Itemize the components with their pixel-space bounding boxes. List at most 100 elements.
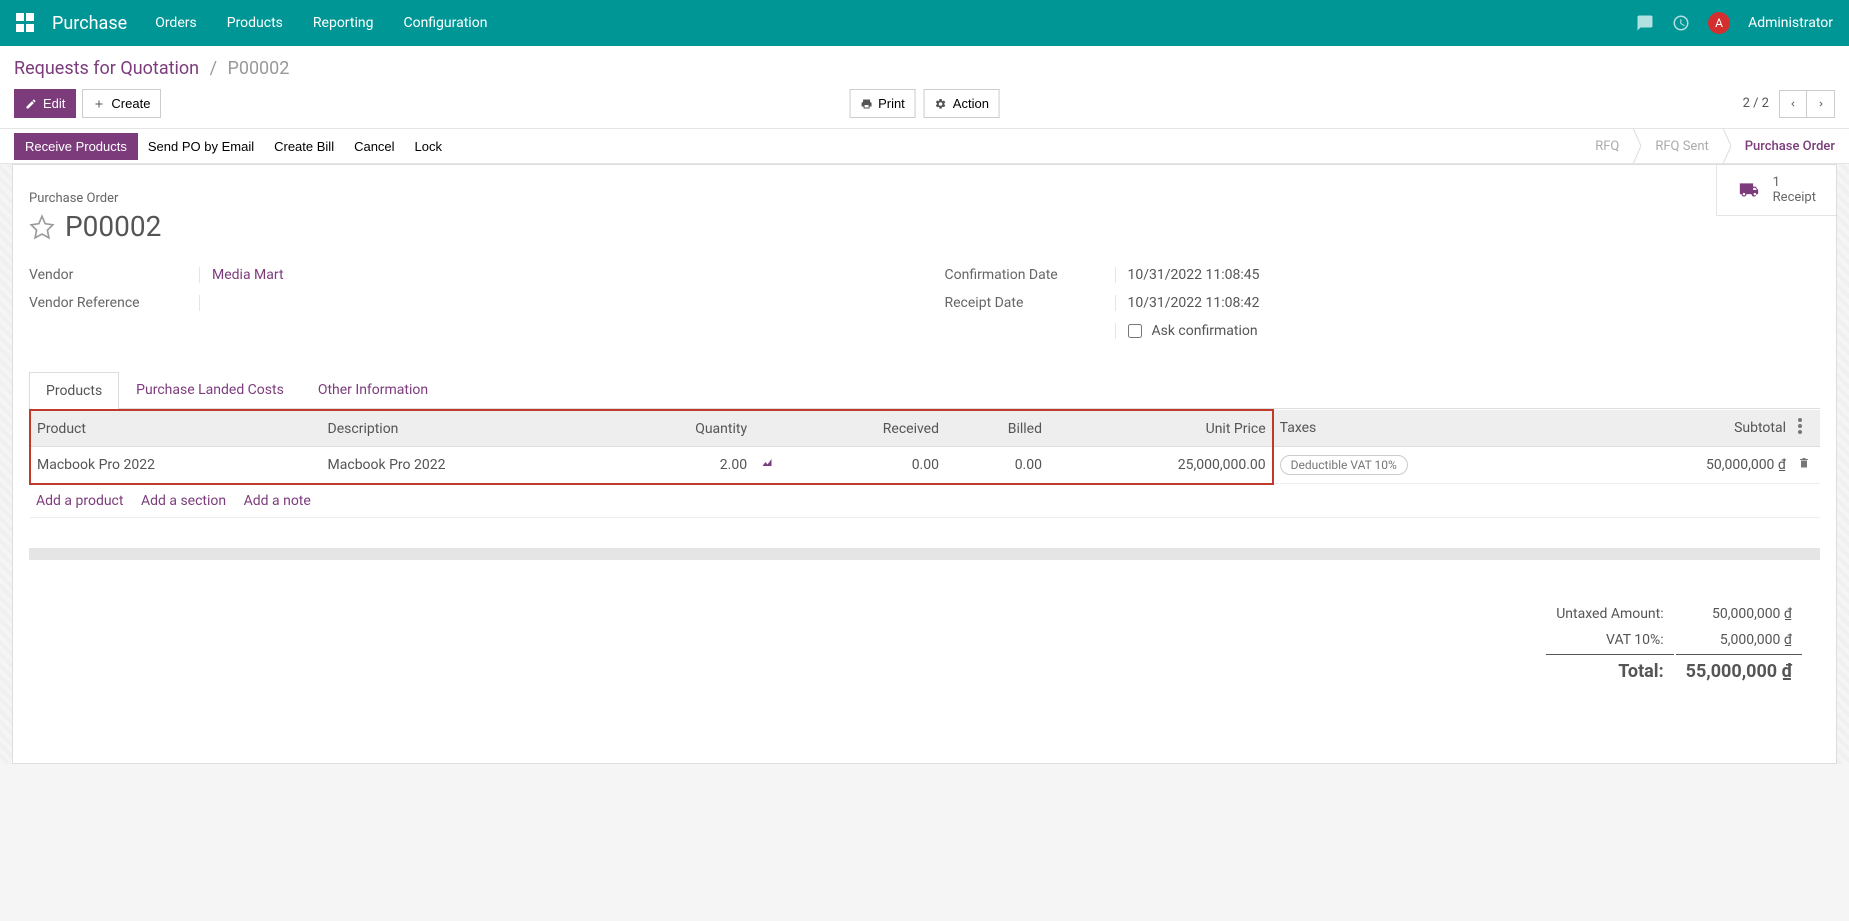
print-label: Print <box>878 96 905 111</box>
th-billed[interactable]: Billed <box>945 410 1048 447</box>
create-bill-button[interactable]: Create Bill <box>264 134 344 159</box>
cell-product[interactable]: Macbook Pro 2022 <box>30 447 322 484</box>
create-button[interactable]: Create <box>82 89 161 118</box>
pager-prev[interactable] <box>1779 90 1807 118</box>
breadcrumb: Requests for Quotation / P00002 <box>14 58 1835 79</box>
chevron-left-icon <box>1788 97 1798 111</box>
avatar[interactable]: A <box>1708 12 1730 34</box>
cancel-button[interactable]: Cancel <box>344 134 404 159</box>
truck-icon <box>1737 180 1761 200</box>
chat-icon[interactable] <box>1636 14 1654 32</box>
th-taxes[interactable]: Taxes <box>1273 410 1587 447</box>
pager-text[interactable]: 2 / 2 <box>1743 96 1769 111</box>
th-quantity[interactable]: Quantity <box>611 410 753 447</box>
receipt-date-label: Receipt Date <box>945 295 1115 311</box>
nav-links: Orders Products Reporting Configuration <box>155 15 487 31</box>
edit-label: Edit <box>43 96 65 111</box>
vat-value: 5,000,000 ₫ <box>1676 628 1802 652</box>
statusbar: Receive Products Send PO by Email Create… <box>0 128 1849 164</box>
chart-icon[interactable] <box>759 457 775 469</box>
th-product[interactable]: Product <box>30 410 322 447</box>
cell-taxes[interactable]: Deductible VAT 10% <box>1273 447 1587 484</box>
order-lines-table: Product Description Quantity Received Bi… <box>29 409 1820 518</box>
receipt-count: 1 <box>1773 175 1816 190</box>
pager-next[interactable] <box>1807 90 1835 118</box>
lock-button[interactable]: Lock <box>405 134 452 159</box>
step-rfq-sent[interactable]: RFQ Sent <box>1641 129 1722 163</box>
send-po-button[interactable]: Send PO by Email <box>138 134 264 159</box>
table-row[interactable]: Macbook Pro 2022 Macbook Pro 2022 2.00 0… <box>30 447 1820 484</box>
ask-confirmation-label: Ask confirmation <box>1152 323 1258 339</box>
nav-orders[interactable]: Orders <box>155 15 197 31</box>
create-label: Create <box>111 96 150 111</box>
cell-description[interactable]: Macbook Pro 2022 <box>322 447 611 484</box>
cell-billed[interactable]: 0.00 <box>945 447 1048 484</box>
action-label: Action <box>953 96 989 111</box>
step-rfq[interactable]: RFQ <box>1581 129 1633 163</box>
add-section-link[interactable]: Add a section <box>141 493 226 509</box>
untaxed-value: 50,000,000 ₫ <box>1676 602 1802 626</box>
vendor-ref-value <box>199 295 905 311</box>
confirm-date-value: 10/31/2022 11:08:45 <box>1115 267 1821 283</box>
vendor-ref-label: Vendor Reference <box>29 295 199 311</box>
gear-icon <box>935 98 947 110</box>
th-subtotal[interactable]: Subtotal <box>1587 410 1792 447</box>
control-panel: Requests for Quotation / P00002 Edit Cre… <box>0 46 1849 128</box>
th-unit-price[interactable]: Unit Price <box>1048 410 1273 447</box>
cell-subtotal[interactable]: 50,000,000 ₫ <box>1587 447 1792 484</box>
vendor-link[interactable]: Media Mart <box>212 267 284 283</box>
tabs: Products Purchase Landed Costs Other Inf… <box>29 371 1820 409</box>
vendor-label: Vendor <box>29 267 199 283</box>
apps-icon[interactable] <box>16 13 36 33</box>
tax-tag: Deductible VAT 10% <box>1280 455 1408 475</box>
th-received[interactable]: Received <box>793 410 945 447</box>
separator <box>29 548 1820 560</box>
receive-products-button[interactable]: Receive Products <box>14 133 138 160</box>
user-name[interactable]: Administrator <box>1748 15 1833 31</box>
nav-products[interactable]: Products <box>227 15 283 31</box>
totals: Untaxed Amount: 50,000,000 ₫ VAT 10%: 5,… <box>29 600 1820 708</box>
receipt-date-value: 10/31/2022 11:08:42 <box>1115 295 1821 311</box>
app-brand[interactable]: Purchase <box>52 13 127 34</box>
print-icon <box>860 98 872 110</box>
step-purchase-order[interactable]: Purchase Order <box>1731 129 1849 163</box>
trash-icon[interactable] <box>1798 456 1810 470</box>
tab-landed-costs[interactable]: Purchase Landed Costs <box>119 371 301 408</box>
step-arrow <box>1723 128 1731 164</box>
breadcrumb-parent[interactable]: Requests for Quotation <box>14 58 199 79</box>
kebab-icon <box>1798 418 1802 434</box>
receipt-label: Receipt <box>1773 190 1816 205</box>
cell-quantity[interactable]: 2.00 <box>611 447 753 484</box>
nav-reporting[interactable]: Reporting <box>313 15 374 31</box>
add-product-link[interactable]: Add a product <box>36 493 123 509</box>
tab-other-info[interactable]: Other Information <box>301 371 445 408</box>
star-icon[interactable] <box>29 214 55 240</box>
edit-button[interactable]: Edit <box>14 89 76 118</box>
nav-configuration[interactable]: Configuration <box>403 15 487 31</box>
receipt-stat-button[interactable]: 1 Receipt <box>1716 165 1836 216</box>
untaxed-label: Untaxed Amount: <box>1546 602 1673 626</box>
chevron-right-icon <box>1816 97 1826 111</box>
pencil-icon <box>25 98 37 110</box>
clock-icon[interactable] <box>1672 14 1690 32</box>
breadcrumb-current: P00002 <box>227 58 289 79</box>
form-sheet: 1 Receipt Purchase Order P00002 Vendor M… <box>12 164 1837 764</box>
total-label: Total: <box>1546 654 1673 686</box>
add-note-link[interactable]: Add a note <box>244 493 311 509</box>
record-type-label: Purchase Order <box>29 191 1820 206</box>
tab-products[interactable]: Products <box>29 372 119 409</box>
th-description[interactable]: Description <box>322 410 611 447</box>
step-arrow <box>1633 128 1641 164</box>
total-value: 55,000,000 ₫ <box>1676 654 1802 686</box>
breadcrumb-sep: / <box>210 58 217 79</box>
cell-received[interactable]: 0.00 <box>793 447 945 484</box>
cell-unit-price[interactable]: 25,000,000.00 <box>1048 447 1273 484</box>
vat-label: VAT 10%: <box>1546 628 1673 652</box>
record-name: P00002 <box>65 210 161 243</box>
action-button[interactable]: Action <box>924 89 1000 118</box>
confirm-date-label: Confirmation Date <box>945 267 1115 283</box>
plus-icon <box>93 98 105 110</box>
th-menu[interactable] <box>1792 410 1820 447</box>
print-button[interactable]: Print <box>849 89 916 118</box>
ask-confirmation-checkbox[interactable] <box>1128 324 1142 338</box>
